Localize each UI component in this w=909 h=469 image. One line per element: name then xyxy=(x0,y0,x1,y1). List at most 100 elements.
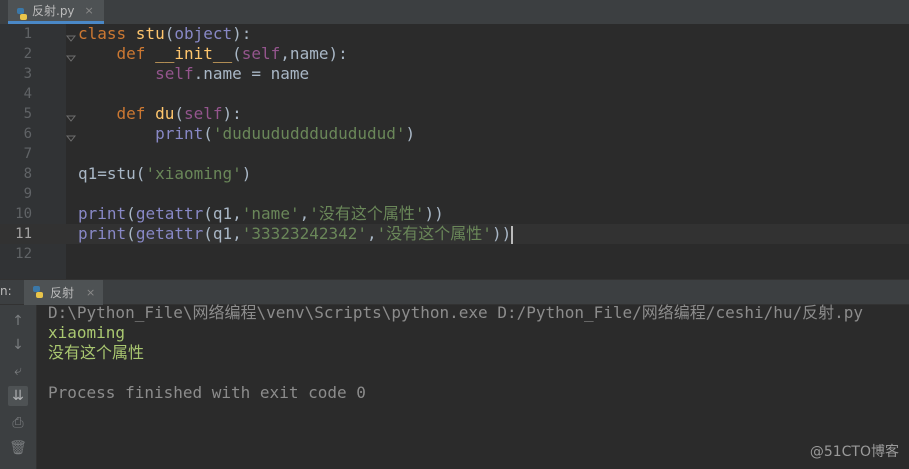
fold-marker-icon[interactable] xyxy=(65,129,77,142)
down-arrow-icon[interactable]: ↓ xyxy=(8,335,28,355)
code-token: self xyxy=(241,44,281,63)
code-token: ) xyxy=(241,164,252,183)
line-number: 5 xyxy=(23,106,32,122)
code-line[interactable]: 4 xyxy=(0,84,909,104)
code-line[interactable]: 10 print(getattr(q1,'name','没有这个属性')) xyxy=(0,204,909,224)
code-token: ( xyxy=(126,224,136,243)
code-token: getattr xyxy=(135,204,204,223)
line-number: 12 xyxy=(15,246,32,262)
code-line[interactable]: 3 self.name = name xyxy=(0,64,909,84)
code-editor[interactable]: 1 class stu(object): 2 def __init__(self,n… xyxy=(0,24,909,279)
scroll-to-end-icon[interactable]: ⇊ xyxy=(8,386,28,406)
code-token: ,name): xyxy=(280,44,348,63)
code-token: getattr xyxy=(135,224,204,243)
code-token: .name = name xyxy=(193,64,310,83)
editor-tab-bar: 反射.py × xyxy=(0,0,909,25)
code-token: __init__ xyxy=(155,44,233,63)
code-line[interactable]: 6 print('duduududddudududud') xyxy=(0,124,909,144)
code-token: def xyxy=(116,44,156,63)
code-token: '没有这个属性' xyxy=(309,204,425,223)
code-token: '33323242342' xyxy=(241,224,368,243)
run-tab[interactable]: 反射 × xyxy=(24,280,104,305)
code-token: ( xyxy=(126,204,136,223)
console-output-line: xiaoming xyxy=(48,323,126,342)
line-number: 4 xyxy=(23,86,32,102)
code-token: print xyxy=(155,124,204,143)
console-command-line: D:\Python_File\网络编程\venv\Scripts\python.… xyxy=(48,303,864,322)
print-icon[interactable]: ⎙ xyxy=(8,413,28,433)
code-token: self xyxy=(155,64,194,83)
python-file-icon xyxy=(16,5,28,20)
code-text: def __init__(self,name): xyxy=(78,44,348,64)
up-arrow-icon[interactable]: ↑ xyxy=(8,311,28,331)
code-line[interactable]: 1 class stu(object): xyxy=(0,24,909,44)
trash-icon[interactable]: 🗑 xyxy=(8,438,28,458)
code-text: self.name = name xyxy=(78,64,309,84)
code-token: q1=stu( xyxy=(78,164,146,183)
code-token: , xyxy=(299,204,310,223)
code-token: 'name' xyxy=(241,204,300,223)
line-number: 11 xyxy=(15,226,32,242)
line-number: 1 xyxy=(23,26,32,42)
soft-wrap-icon[interactable]: ⤶ xyxy=(8,361,28,381)
code-token: 'xiaoming' xyxy=(145,164,242,183)
run-tab-label: 反射 xyxy=(50,286,75,300)
code-token: def xyxy=(116,104,156,123)
code-token: self xyxy=(183,104,223,123)
code-token: object xyxy=(174,24,233,43)
code-line[interactable]: 11 print(getattr(q1,'33323242342','没有这个属性… xyxy=(0,224,909,244)
code-line[interactable]: 7 xyxy=(0,144,909,164)
code-text: class stu(object): xyxy=(78,24,251,44)
code-token: ( xyxy=(164,24,175,43)
console-exit-message: Process finished with exit code 0 xyxy=(48,383,366,402)
code-token: )) xyxy=(424,204,444,223)
run-console[interactable]: ↑ ↓ ⤶ ⇊ ⎙ 🗑 D:\Python_File\网络编程\venv\Scr… xyxy=(0,303,909,469)
code-token: ) xyxy=(405,124,416,143)
code-token: ): xyxy=(222,104,242,123)
code-text: def du(self): xyxy=(78,104,242,124)
console-output-line: 没有这个属性 xyxy=(48,343,145,362)
run-tool-window-header: n: 反射 × xyxy=(0,279,909,305)
console-toolbar: ↑ ↓ ⤶ ⇊ ⎙ 🗑 xyxy=(0,305,37,469)
code-line[interactable]: 8 q1=stu('xiaoming') xyxy=(0,164,909,184)
line-number: 6 xyxy=(23,126,32,142)
watermark: @51CTO博客 xyxy=(809,444,899,460)
close-icon[interactable]: × xyxy=(86,286,95,299)
code-line[interactable]: 12 xyxy=(0,244,909,264)
editor-tab-file[interactable]: 反射.py × xyxy=(8,0,104,24)
code-token: class xyxy=(78,24,136,43)
code-text: print(getattr(q1,'33323242342','没有这个属性')… xyxy=(78,224,514,244)
code-line[interactable]: 9 xyxy=(0,184,909,204)
code-token: stu xyxy=(135,24,165,43)
code-token: )) xyxy=(491,224,512,243)
close-icon[interactable]: × xyxy=(85,4,94,17)
code-token: , xyxy=(367,224,377,243)
fold-marker-icon[interactable] xyxy=(65,49,77,62)
code-line[interactable]: 5 def du(self): xyxy=(0,104,909,124)
line-number: 10 xyxy=(15,206,32,222)
python-run-icon xyxy=(32,283,44,302)
code-token: print xyxy=(78,204,127,223)
fold-marker-icon[interactable] xyxy=(65,109,77,122)
fold-marker-icon[interactable] xyxy=(65,29,77,42)
editor-tab-label: 反射.py xyxy=(32,4,75,18)
line-number: 7 xyxy=(23,146,32,162)
code-text: print('duduududddudududud') xyxy=(78,124,415,144)
text-caret xyxy=(511,225,514,244)
code-token: ): xyxy=(232,24,252,43)
code-token: '没有这个属性' xyxy=(376,224,492,243)
code-token: ( xyxy=(232,44,242,63)
code-text: q1=stu('xiaoming') xyxy=(78,164,251,184)
code-token: ( xyxy=(203,124,213,143)
line-number: 8 xyxy=(23,166,32,182)
run-panel-prefix: n: xyxy=(0,284,12,298)
code-token: print xyxy=(78,224,127,243)
code-token: ( xyxy=(174,104,184,123)
code-line[interactable]: 2 def __init__(self,name): xyxy=(0,44,909,64)
line-number: 2 xyxy=(23,46,32,62)
code-token: (q1, xyxy=(203,224,242,243)
